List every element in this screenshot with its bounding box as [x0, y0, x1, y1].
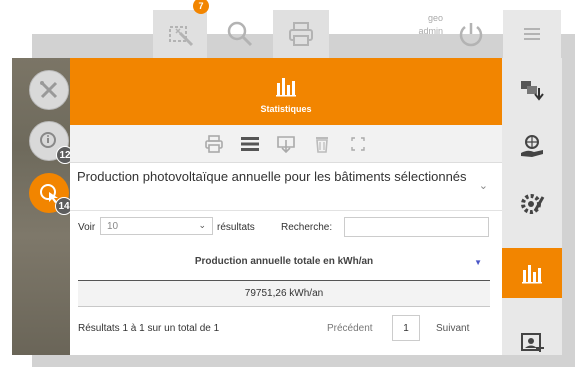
map-background: 12 14: [12, 58, 74, 355]
column-header-label: Production annuelle totale en kWh/an: [194, 256, 374, 267]
sort-desc-icon[interactable]: ▼: [474, 258, 482, 267]
select-tool-button[interactable]: 14: [29, 173, 73, 215]
panel-title: Statistiques: [260, 104, 312, 114]
user-info: geo admin: [391, 12, 443, 38]
search-input[interactable]: [344, 217, 489, 237]
table-cell: 79751,26 kWh/an: [244, 288, 324, 299]
table-column-header[interactable]: Production annuelle totale en kWh/an ▼: [78, 250, 490, 281]
page-size-label: Voir: [78, 222, 96, 233]
current-page-button[interactable]: 1: [392, 315, 420, 341]
table-row: 79751,26 kWh/an: [78, 281, 490, 307]
panel-header: Statistiques: [70, 58, 502, 125]
query-title: Production photovoltaïque annuelle pour …: [77, 169, 467, 184]
search-icon: [227, 21, 253, 47]
map-tools-button[interactable]: [29, 70, 69, 110]
search-button[interactable]: [213, 10, 267, 58]
list-button[interactable]: [239, 133, 261, 155]
statistics-icon: [522, 265, 542, 284]
statistics-icon: [276, 78, 296, 97]
print-icon: [205, 134, 223, 153]
chevron-down-icon: ⌄: [478, 180, 488, 192]
power-icon: [459, 23, 483, 47]
results-label: résultats: [217, 222, 255, 233]
user-name: geo: [427, 13, 443, 23]
list-icon: [241, 136, 259, 151]
page-size-select[interactable]: 10 ⌄: [100, 217, 213, 235]
right-sidebar: [502, 58, 562, 355]
selection-edit-icon: [169, 26, 194, 47]
next-page-button[interactable]: Suivant: [436, 323, 469, 334]
results-summary: Résultats 1 à 1 sur un total de 1: [78, 323, 220, 334]
statistics-panel: Statistiques Production photovoltaïque a…: [70, 58, 502, 355]
menu-button[interactable]: [503, 10, 561, 58]
sidebar-item-statistics[interactable]: [502, 248, 562, 298]
previous-page-button[interactable]: Précédent: [327, 323, 373, 334]
globe-hand-icon: [521, 135, 543, 157]
chevron-down-icon: ⌄: [198, 220, 206, 230]
expand-icon: [351, 136, 365, 151]
sidebar-item-layers[interactable]: [502, 64, 562, 116]
layers-download-icon: [521, 81, 544, 101]
top-toolbar: 7 geo admin: [153, 0, 575, 58]
expand-button[interactable]: [347, 133, 369, 155]
page-size-value: 10: [107, 221, 119, 232]
info-tool-button[interactable]: 12: [29, 121, 74, 164]
logout-button[interactable]: [449, 10, 493, 58]
hamburger-menu-icon: [524, 28, 540, 40]
settings-pencil-icon: [521, 194, 545, 214]
sidebar-item-image[interactable]: [502, 316, 562, 368]
image-add-icon: [521, 333, 544, 352]
delete-button[interactable]: [311, 133, 333, 155]
sidebar-item-settings[interactable]: [502, 178, 562, 230]
print-icon: [289, 22, 313, 46]
search-label: Recherche:: [281, 222, 333, 233]
print-button[interactable]: [203, 133, 225, 155]
download-icon: [277, 135, 295, 153]
print-button[interactable]: [273, 10, 329, 58]
selection-count-badge: 7: [193, 0, 209, 14]
export-button[interactable]: [275, 133, 297, 155]
sidebar-item-services[interactable]: [502, 120, 562, 172]
selection-edit-button[interactable]: 7: [153, 0, 209, 58]
query-selector[interactable]: Production photovoltaïque annuelle pour …: [70, 163, 502, 211]
user-role: admin: [418, 26, 443, 36]
tools-cross-icon: [40, 81, 58, 99]
action-bar: [70, 125, 502, 163]
trash-icon: [316, 136, 328, 153]
info-cursor-icon: [40, 132, 56, 148]
